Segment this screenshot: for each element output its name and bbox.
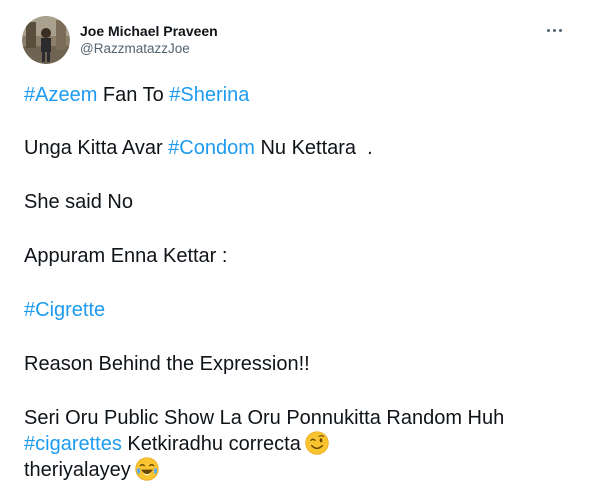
winking-face-emoji-icon [305,431,329,455]
more-dot [558,28,562,32]
tweet-line: #cigarettes Ketkiradhu correcta [24,431,584,457]
tweet-line: Unga Kitta Avar #Condom Nu Kettara . [24,135,584,161]
tweet-text-span: Fan To [97,84,170,106]
hashtag-cigrette[interactable]: #Cigrette [24,299,105,321]
tweet-text-span: Unga Kitta Avar [24,137,169,159]
tweet-line: Appuram Enna Kettar : [24,245,228,267]
tweet-header: Joe Michael Praveen @RazzmatazzJoe [22,16,584,66]
tweet-line: Reason Behind the Expression!! [24,353,310,375]
more-options-icon[interactable] [542,20,566,40]
hashtag-condom[interactable]: #Condom [168,137,255,159]
tweet-text-span: Ketkiradhu correcta [121,433,301,455]
tweet-line: Seri Oru Public Show La Oru Ponnukitta R… [24,407,505,429]
author-names: Joe Michael Praveen @RazzmatazzJoe [80,22,218,58]
tweet-line: #Azeem Fan To #Sherina [24,82,584,108]
face-with-tears-of-joy-emoji-icon [135,457,159,481]
hashtag-sherina[interactable]: #Sherina [169,84,249,106]
tweet-text: #Azeem Fan To #Sherina Unga Kitta Avar #… [24,82,584,483]
avatar-photo-icon [22,16,70,64]
tweet-text-span: theriyalayey [24,459,131,481]
more-dot [546,28,550,32]
more-dot [552,28,556,32]
tweet-line: theriyalayey [24,457,584,483]
author-handle[interactable]: @RazzmatazzJoe [80,40,218,58]
tweet-text-span: Nu Kettara . [254,137,373,159]
tweet-card: Joe Michael Praveen @RazzmatazzJoe #Azee… [0,0,600,500]
hashtag-cigarettes[interactable]: #cigarettes [24,433,122,455]
author-display-name[interactable]: Joe Michael Praveen [80,22,218,40]
hashtag-azeem[interactable]: #Azeem [24,84,97,106]
avatar[interactable] [22,16,70,64]
tweet-line: She said No [24,191,133,213]
tweet-line: #Cigrette [24,297,584,323]
